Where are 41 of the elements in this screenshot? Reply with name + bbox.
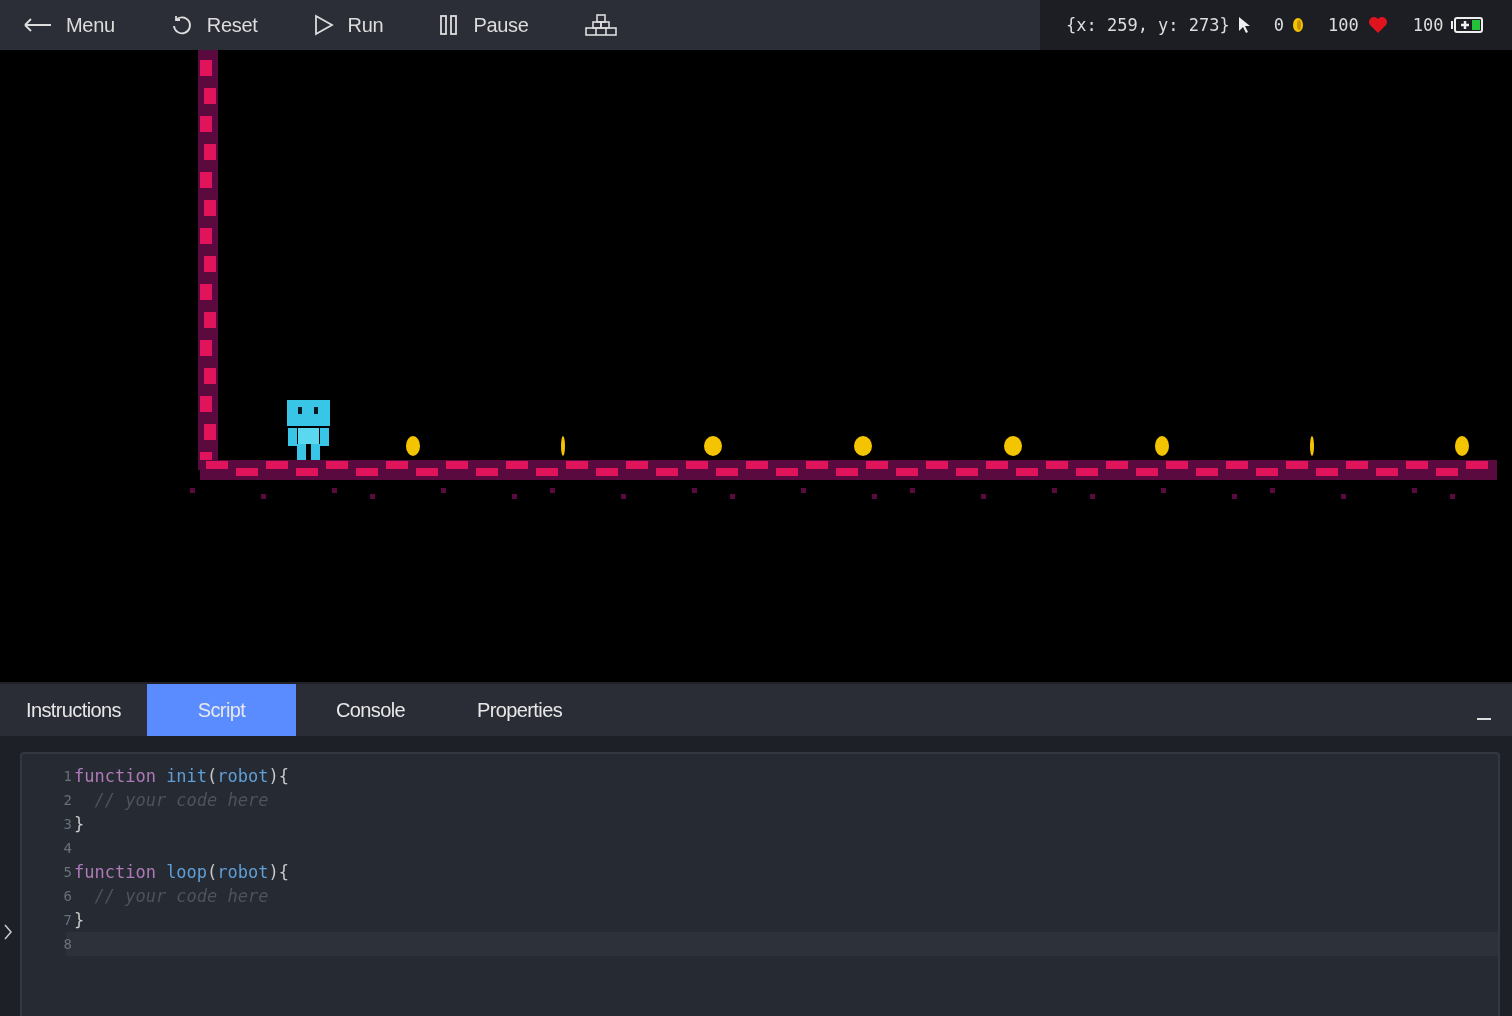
- coin-icon: [1292, 17, 1304, 33]
- toolbar-button[interactable]: Run: [313, 5, 384, 45]
- panel-tab[interactable]: Instructions: [0, 684, 147, 736]
- line-number: 3: [62, 816, 73, 832]
- coin-sprite: [1310, 436, 1314, 456]
- coin-sprite: [1455, 436, 1469, 456]
- reset-icon: [170, 14, 193, 36]
- line-number: 2: [62, 792, 73, 808]
- line-number: 4: [62, 840, 73, 856]
- play-icon: [313, 14, 334, 36]
- code-line: function loop(robot){: [74, 862, 289, 882]
- coin-sprite: [1004, 436, 1022, 456]
- cursor-coordinates: {x: 259, y: 273}: [1066, 15, 1230, 35]
- line-number: 7: [62, 912, 73, 928]
- blocks-icon: [584, 14, 617, 36]
- toolbar-button[interactable]: Menu: [24, 5, 115, 45]
- back-arrow-icon: [24, 18, 52, 32]
- coin-sprite: [406, 436, 420, 456]
- panel-tab[interactable]: Console: [296, 684, 445, 736]
- panel-tab[interactable]: Properties: [445, 684, 594, 736]
- line-number: 5: [62, 864, 73, 880]
- line-number: 6: [62, 888, 73, 904]
- energy-value: 100: [1412, 15, 1444, 35]
- coin-sprite: [1155, 436, 1169, 456]
- code-line: function init(robot){: [74, 766, 289, 786]
- toolbar-button[interactable]: Reset: [170, 5, 258, 45]
- line-number: 1: [62, 768, 73, 784]
- battery-icon: [1451, 16, 1484, 34]
- coin-count: 0: [1273, 15, 1284, 35]
- heart-icon: [1366, 16, 1389, 34]
- robot-sprite: [287, 400, 330, 460]
- coin-sprite: [854, 436, 872, 456]
- toolbar-button[interactable]: Pause: [439, 5, 529, 45]
- pause-icon: [439, 14, 460, 36]
- pointer-icon: [1237, 16, 1250, 34]
- code-line: }: [74, 814, 85, 834]
- health-value: 100: [1328, 15, 1359, 35]
- coin-sprite: [704, 436, 722, 456]
- coin-sprite: [561, 436, 565, 456]
- code-line: }: [74, 910, 85, 930]
- line-number: 8: [62, 936, 73, 952]
